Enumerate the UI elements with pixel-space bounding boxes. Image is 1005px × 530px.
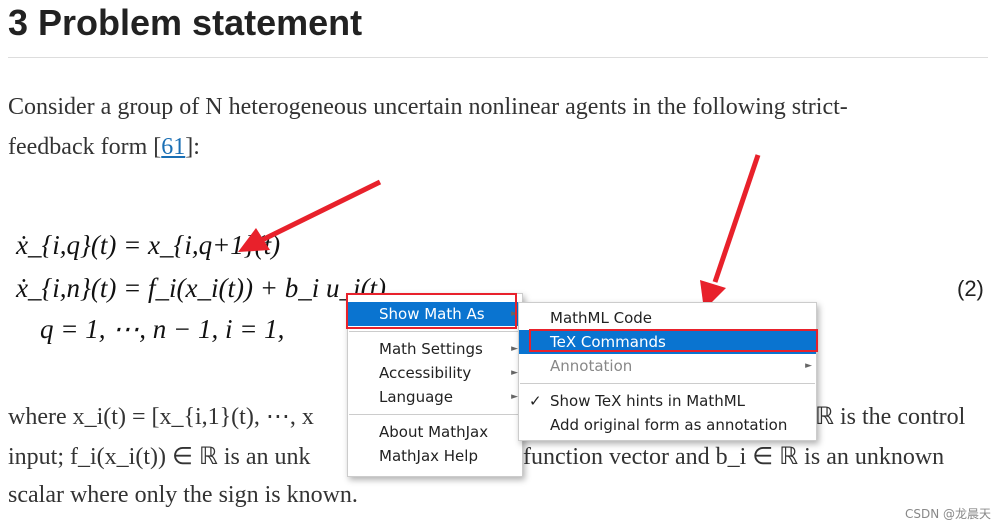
menu-item-show-tex-hints[interactable]: ✓ Show TeX hints in MathML xyxy=(519,389,816,413)
highlight-box xyxy=(346,293,517,329)
menu-separator xyxy=(349,414,521,415)
menu-item-mathjax-help[interactable]: MathJax Help xyxy=(348,444,522,468)
menu-item-math-settings[interactable]: Math Settings ► xyxy=(348,337,522,361)
menu-separator xyxy=(349,331,521,332)
highlight-box xyxy=(529,329,818,352)
watermark: CSDN @龙晨天 xyxy=(904,507,991,521)
submenu-arrow-icon: ► xyxy=(511,392,518,402)
menu-item-accessibility[interactable]: Accessibility ► xyxy=(348,361,522,385)
menu-item-about-mathjax[interactable]: About MathJax xyxy=(348,420,522,444)
submenu-arrow-icon: ► xyxy=(511,368,518,378)
submenu-arrow-icon: ► xyxy=(511,344,518,354)
red-arrow-icon xyxy=(700,154,761,310)
menu-separator xyxy=(520,383,815,384)
show-math-as-submenu: MathML Code TeX Commands Annotation ► ✓ Sh… xyxy=(518,302,817,441)
menu-item-annotation[interactable]: Annotation ► xyxy=(519,354,816,378)
submenu-arrow-icon: ► xyxy=(805,361,812,371)
menu-item-add-original-form[interactable]: Add original form as annotation xyxy=(519,413,816,437)
menu-item-mathml-code[interactable]: MathML Code xyxy=(519,306,816,330)
check-icon: ✓ xyxy=(529,392,542,410)
menu-item-language[interactable]: Language ► xyxy=(348,385,522,409)
red-arrow-icon xyxy=(238,179,382,252)
